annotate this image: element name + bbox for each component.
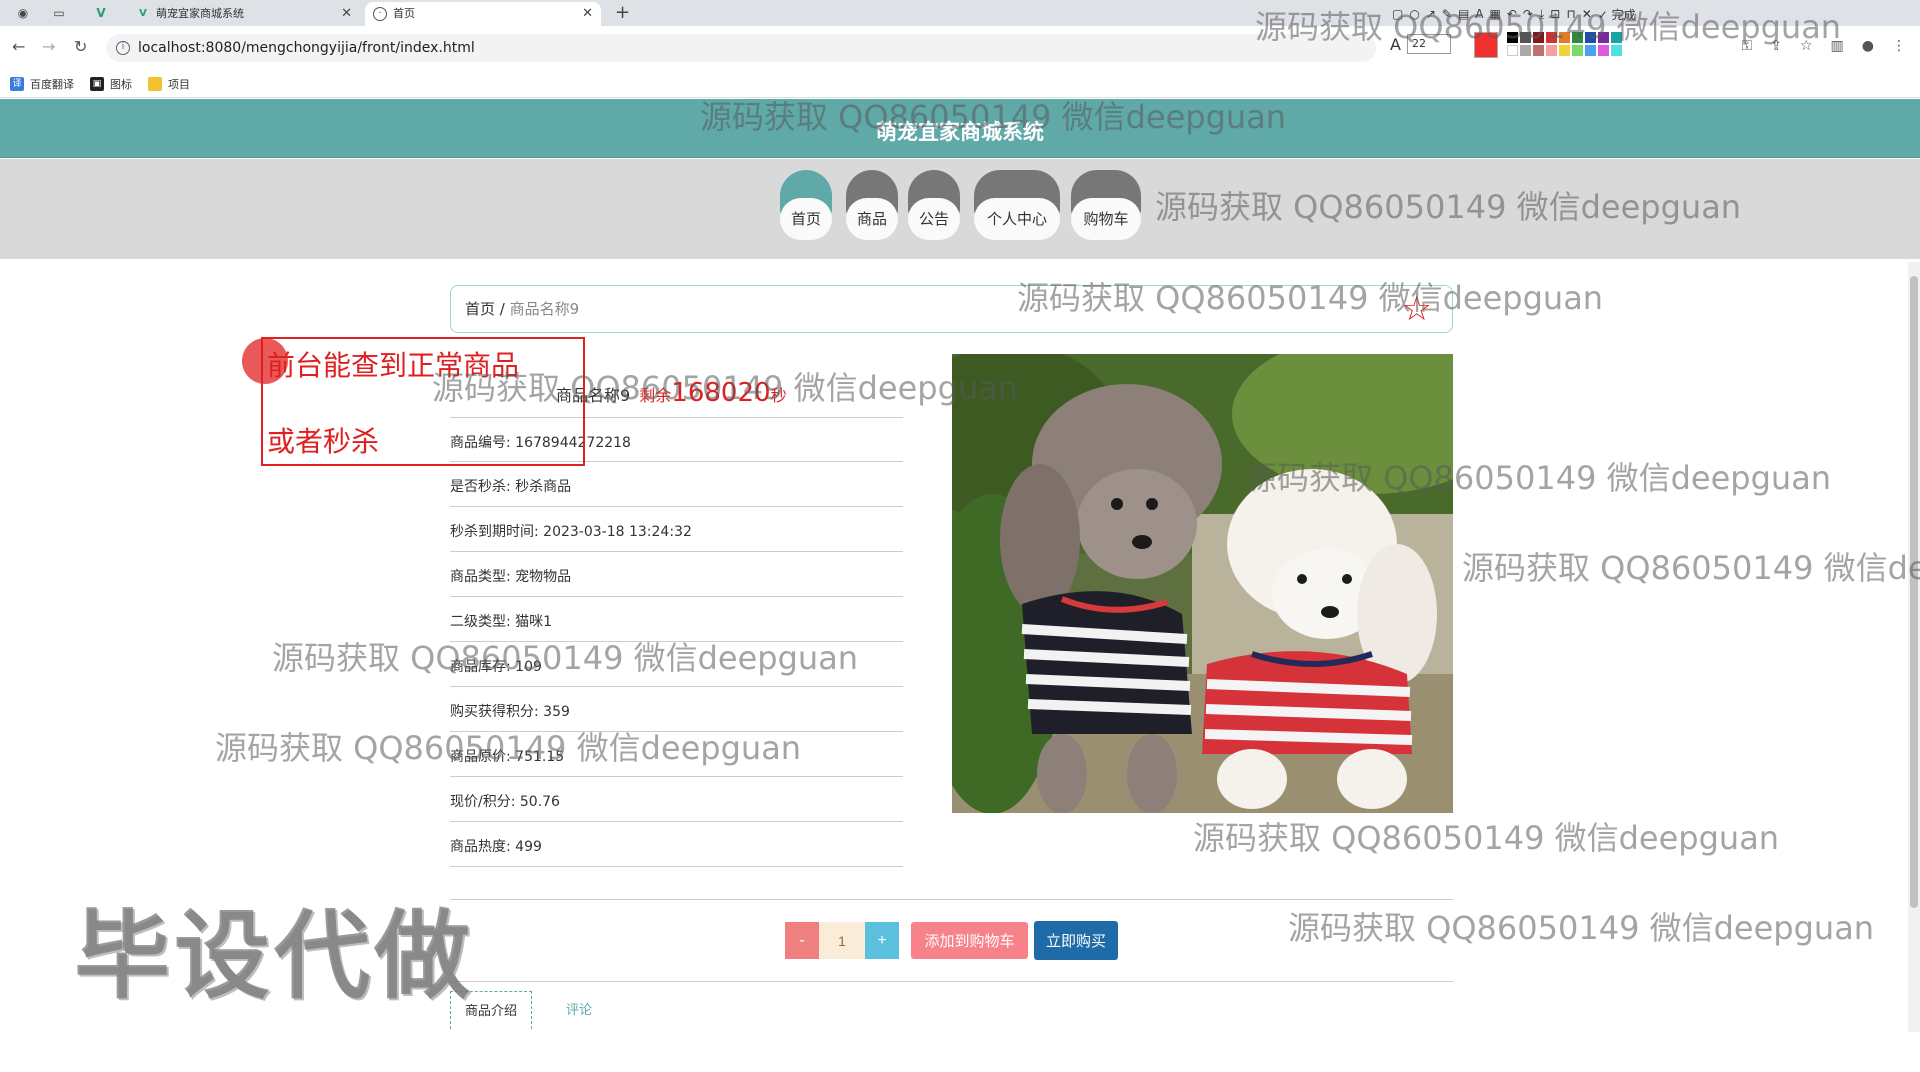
watermark: 源码获取 QQ86050149 微信deepguan	[432, 369, 1019, 407]
watermark-big: 毕设代做	[74, 900, 474, 1012]
info-product-type: 商品类型: 宠物物品	[450, 552, 903, 597]
reload-icon[interactable]: ↻	[74, 37, 87, 56]
tab-group-icon[interactable]: ▭	[50, 4, 68, 22]
profile-icon[interactable]: ●	[1862, 38, 1874, 54]
translate-icon: 译	[10, 76, 24, 91]
new-tab-button[interactable]: +	[615, 0, 630, 26]
tab-title: 萌宠宜家商城系统	[156, 7, 244, 20]
watermark: 源码获取 QQ86050149 微信deepguan	[215, 729, 802, 767]
watermark: 源码获取 QQ86050149 微信deepguan	[1155, 188, 1742, 226]
close-icon[interactable]: ✕	[582, 2, 593, 26]
bookmark-label: 百度翻译	[30, 77, 74, 91]
image-icon: ▣	[90, 76, 104, 91]
back-icon[interactable]: ←	[12, 37, 25, 56]
breadcrumb-home[interactable]: 首页	[465, 300, 495, 318]
vue-logo-icon: V	[139, 8, 147, 19]
bookmark-project[interactable]: 项目	[148, 76, 190, 92]
watermark: 源码获取 QQ86050149 微信deepguan	[1193, 819, 1780, 857]
watermark: 源码获取 QQ86050149 微信deepguan	[1288, 909, 1875, 947]
bookmark-icons[interactable]: ▣ 图标	[90, 76, 132, 92]
product-image	[952, 354, 1453, 813]
page-scrollbar[interactable]	[1908, 262, 1920, 1032]
quantity-decrement-button[interactable]: -	[785, 922, 819, 959]
nav-products[interactable]: 商品	[846, 170, 898, 242]
close-icon[interactable]: ✕	[341, 2, 352, 26]
nav-label: 首页	[780, 198, 832, 240]
url-text: localhost:8080/mengchongyijia/front/inde…	[138, 40, 475, 56]
info-seckill-expiry: 秒杀到期时间: 2023-03-18 13:24:32	[450, 507, 903, 552]
nav-home[interactable]: 首页	[780, 170, 832, 242]
forward-icon[interactable]: →	[42, 37, 55, 56]
info-icon[interactable]: i	[116, 41, 130, 55]
browser-profile-icon[interactable]: ◉	[14, 4, 32, 22]
nav-cart[interactable]: 购物车	[1071, 170, 1141, 242]
nav-label: 购物车	[1071, 198, 1141, 240]
breadcrumb-current: 商品名称9	[509, 300, 580, 318]
watermark: 源码获取 QQ86050149 微信deepguan	[272, 639, 859, 677]
buy-now-button[interactable]: 立即购买	[1034, 921, 1118, 960]
info-current-price: 现价/积分: 50.76	[450, 777, 903, 822]
purchase-controls: - + 添加到购物车 立即购买	[785, 921, 1118, 960]
nav-profile[interactable]: 个人中心	[974, 170, 1060, 242]
watermark: 源码获取 QQ86050149 微信deepguan	[1017, 279, 1604, 317]
url-field[interactable]: i localhost:8080/mengchongyijia/front/in…	[106, 34, 1376, 62]
globe-icon: ·	[373, 7, 387, 21]
tab-home[interactable]: · 首页 ✕	[365, 2, 601, 26]
scroll-thumb[interactable]	[1910, 276, 1918, 908]
nav-label: 公告	[908, 198, 960, 240]
info-popularity: 商品热度: 499	[450, 822, 903, 867]
watermark: 源码获取 QQ86050149 微信deepguan	[1255, 8, 1842, 46]
bookmark-label: 图标	[110, 77, 132, 91]
quantity-increment-button[interactable]: +	[865, 922, 899, 959]
add-to-cart-button[interactable]: 添加到购物车	[911, 922, 1028, 959]
nav-notices[interactable]: 公告	[908, 170, 960, 242]
quantity-input[interactable]	[819, 922, 865, 959]
watermark: 源码获取 QQ86050149 微信deepguan	[1245, 459, 1832, 497]
info-is-seckill: 是否秒杀: 秒杀商品	[450, 462, 903, 507]
watermark: 源码获取 QQ86050149 微信deepguan	[700, 98, 1287, 136]
bookmark-label: 项目	[168, 77, 190, 91]
divider	[450, 899, 1453, 900]
folder-icon	[148, 76, 162, 91]
nav-label: 商品	[846, 198, 898, 240]
tab-comments[interactable]: 评论	[552, 991, 606, 1029]
menu-icon[interactable]: ⋮	[1892, 38, 1906, 54]
breadcrumb-separator: /	[495, 300, 510, 318]
vue-tab-icon[interactable]: V	[92, 4, 110, 22]
divider	[450, 981, 1453, 982]
tab-title: 首页	[393, 7, 415, 20]
tab-mengchong[interactable]: V 萌宠宜家商城系统 ✕	[128, 2, 360, 26]
bookmark-baidu-translate[interactable]: 译 百度翻译	[10, 76, 74, 92]
nav-label: 个人中心	[974, 198, 1060, 240]
watermark: 源码获取 QQ86050149 微信deepguan	[1462, 549, 1920, 587]
annotation-text-line2: 或者秒杀	[267, 425, 380, 458]
